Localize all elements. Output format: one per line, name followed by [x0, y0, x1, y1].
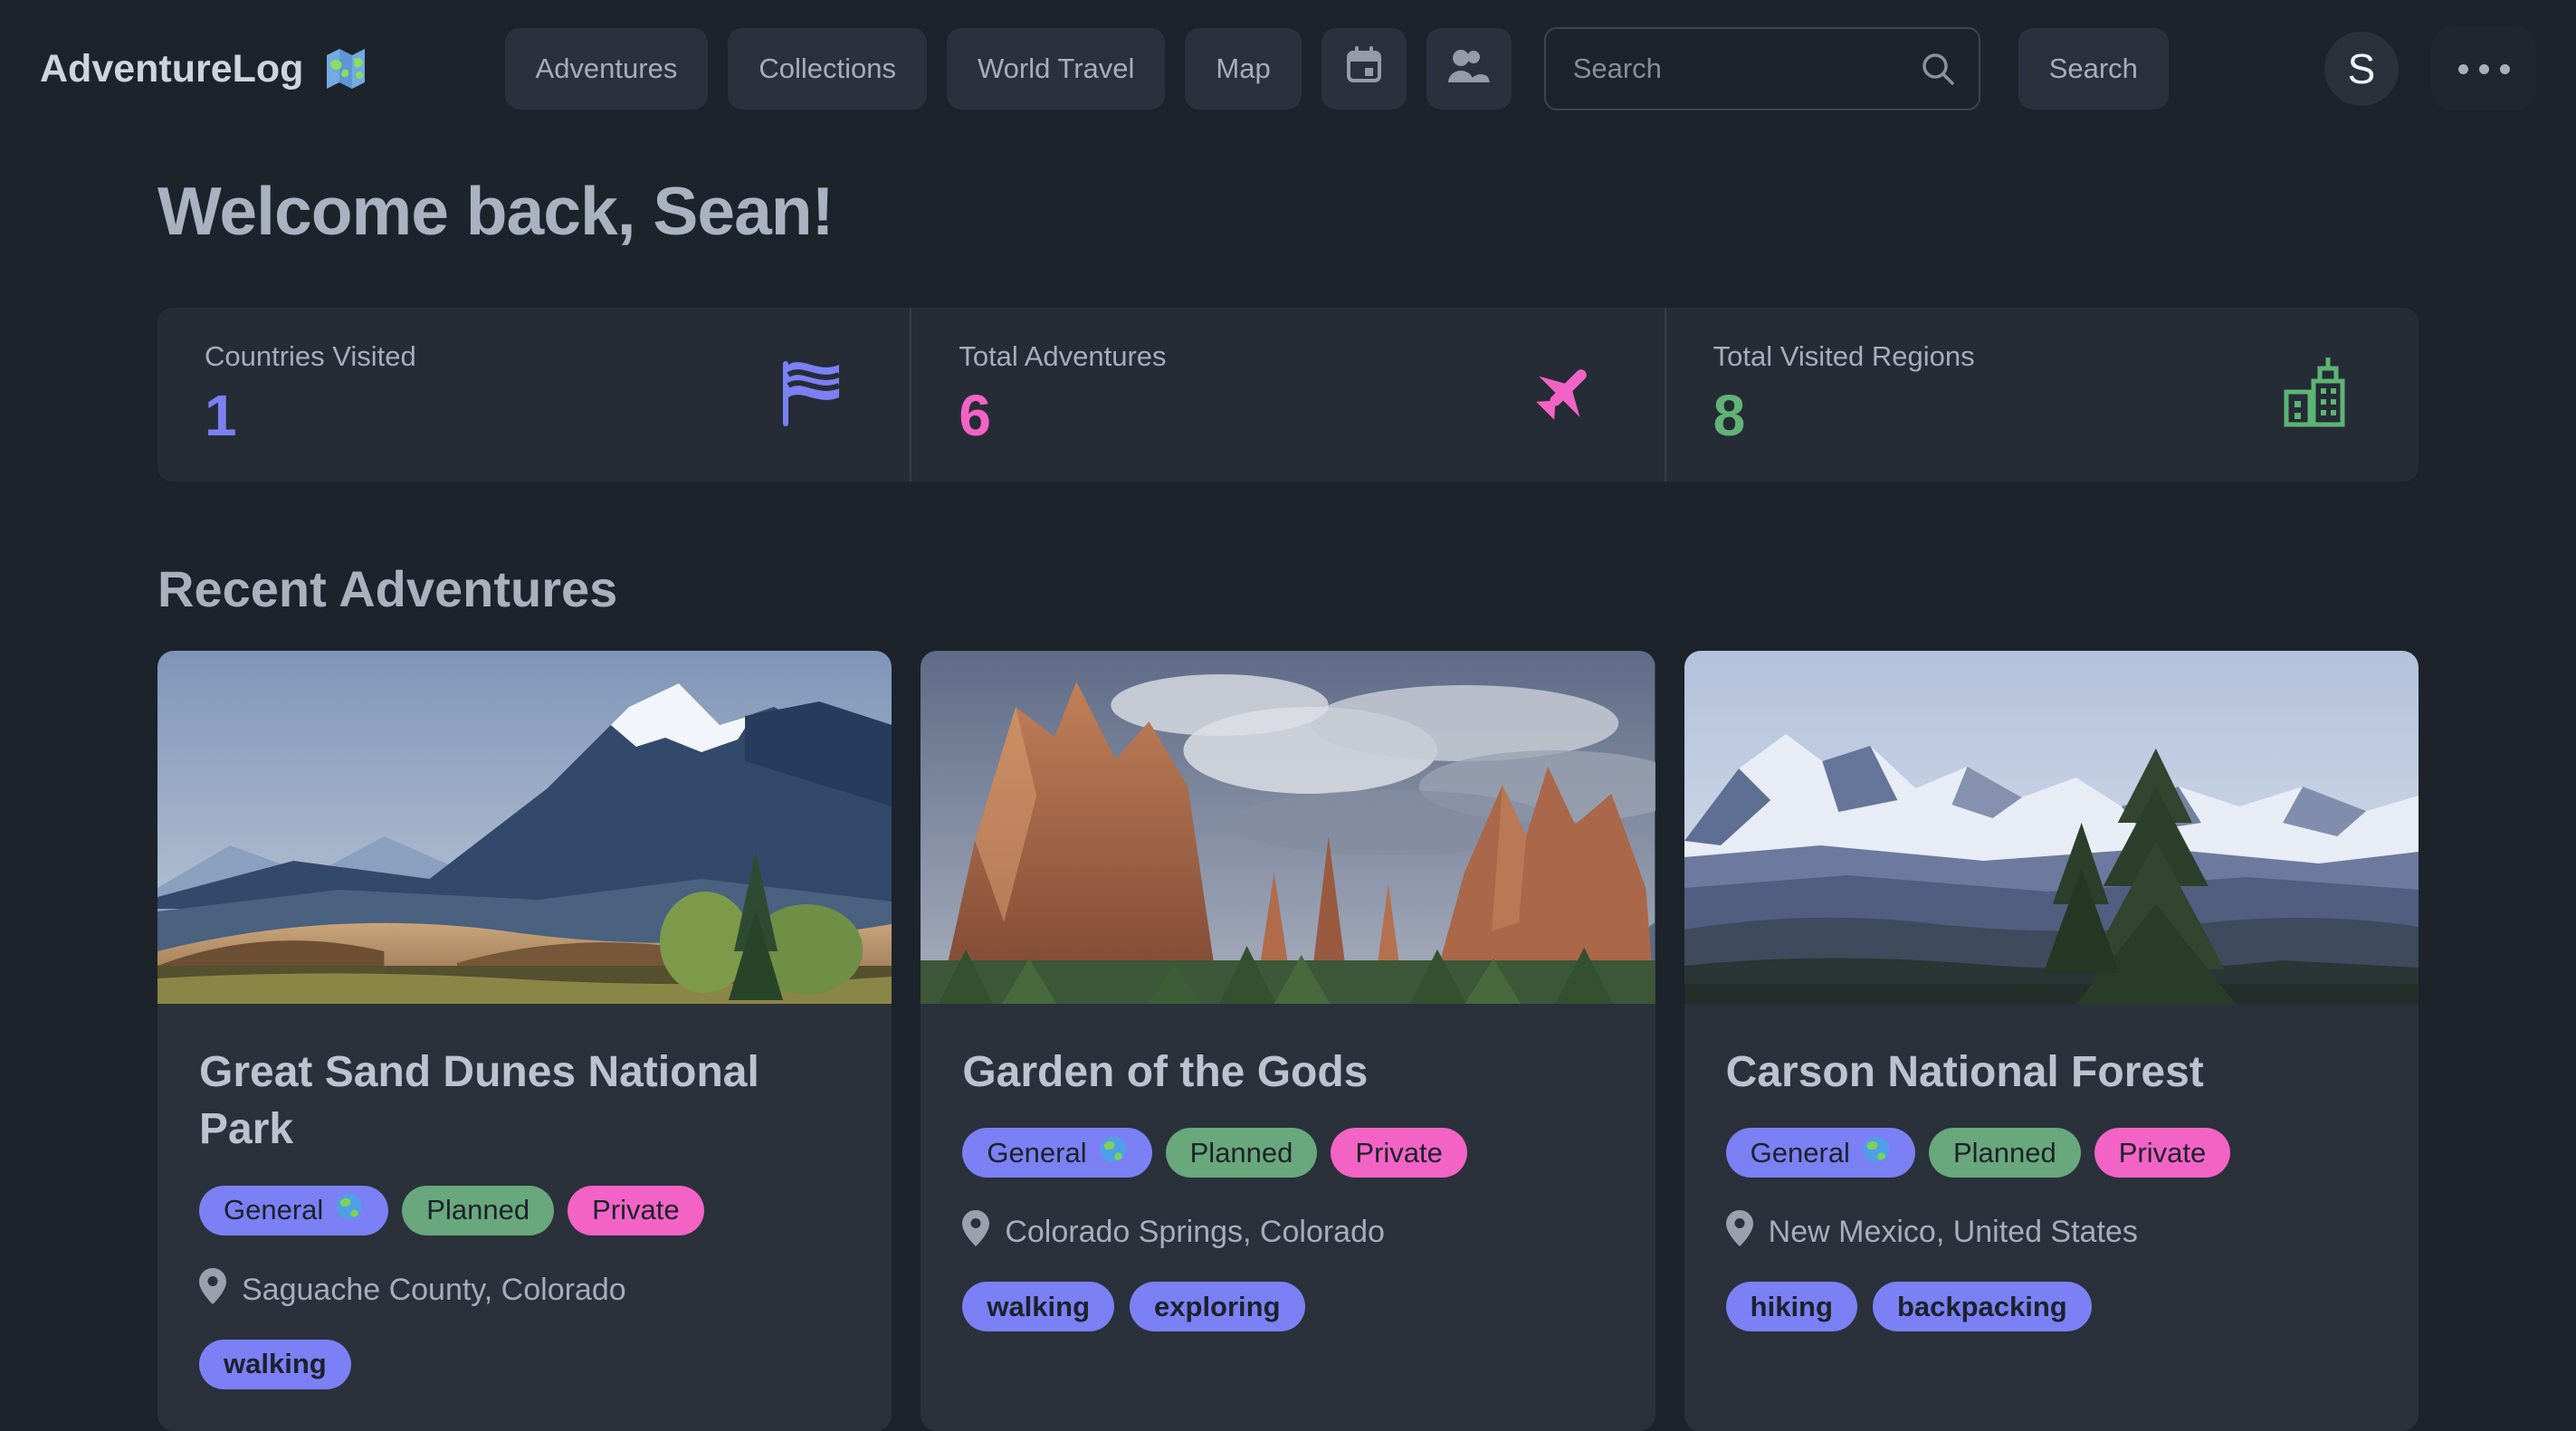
search-icon: [1919, 50, 1957, 92]
flag-icon: [776, 356, 846, 434]
nav-world-travel-button[interactable]: World Travel: [947, 28, 1165, 110]
app-title: AdventureLog: [40, 47, 303, 91]
globe-icon: [1862, 1135, 1891, 1171]
stat-label: Total Adventures: [959, 340, 1166, 373]
card-title[interactable]: Garden of the Gods: [962, 1044, 1550, 1101]
badge-row: General Planned Private: [962, 1128, 1613, 1178]
location-row: New Mexico, United States: [1726, 1210, 2377, 1255]
location-row: Colorado Springs, Colorado: [962, 1210, 1613, 1255]
visibility-badge: Private: [2094, 1128, 2230, 1178]
category-badge: General: [962, 1128, 1151, 1178]
avatar[interactable]: S: [2324, 32, 2399, 106]
globe-icon: [335, 1192, 364, 1228]
sand-dunes-photo[interactable]: [157, 651, 892, 1004]
rock-spires-photo[interactable]: [921, 651, 1655, 1004]
stat-value: 8: [1713, 382, 1975, 449]
card-body: Garden of the Gods General Planned: [921, 1004, 1655, 1373]
snowy-mountains-photo[interactable]: [1684, 651, 2419, 1004]
status-badge: Planned: [402, 1186, 554, 1235]
stat-total-adventures: Total Adventures 6: [910, 308, 1664, 482]
map-emoji-icon: [321, 44, 370, 93]
badge-row: General Planned Private: [199, 1186, 850, 1235]
location-text: Saguache County, Colorado: [242, 1273, 626, 1308]
navbar: AdventureLog Adventures Collections Worl…: [0, 0, 2576, 138]
nav-map-button[interactable]: Map: [1185, 28, 1301, 110]
activity-tag: hiking: [1726, 1282, 1857, 1331]
search-submit-button[interactable]: Search: [2018, 28, 2169, 110]
location-row: Saguache County, Colorado: [199, 1268, 850, 1312]
location-text: New Mexico, United States: [1769, 1215, 2138, 1250]
adventure-card-great-sand-dunes[interactable]: Great Sand Dunes National Park General P: [157, 651, 892, 1431]
app-logo[interactable]: AdventureLog: [40, 44, 370, 93]
stat-label: Total Visited Regions: [1713, 340, 1975, 373]
card-title[interactable]: Carson National Forest: [1726, 1044, 2314, 1101]
search-input[interactable]: [1544, 27, 1980, 110]
welcome-heading: Welcome back, Sean!: [157, 172, 2419, 250]
stat-total-visited-regions: Total Visited Regions 8: [1665, 308, 2419, 482]
stats-panel: Countries Visited 1 Total Adventures 6: [157, 308, 2419, 482]
status-badge: Planned: [1166, 1128, 1318, 1178]
map-pin-icon: [199, 1268, 226, 1312]
category-badge: General: [1726, 1128, 1915, 1178]
users-icon: [1446, 46, 1492, 91]
location-text: Colorado Springs, Colorado: [1005, 1215, 1385, 1250]
nav-adventures-button[interactable]: Adventures: [505, 28, 709, 110]
badge-row: General Planned Private: [1726, 1128, 2377, 1178]
card-body: Carson National Forest General Planned: [1684, 1004, 2419, 1373]
adventure-card-garden-of-the-gods[interactable]: Garden of the Gods General Planned: [921, 651, 1655, 1431]
globe-icon: [1099, 1135, 1128, 1171]
stat-countries-visited: Countries Visited 1: [157, 308, 910, 482]
activity-tag: walking: [962, 1282, 1114, 1331]
navbar-search: [1544, 27, 1980, 110]
users-button[interactable]: [1426, 28, 1512, 110]
avatar-letter: S: [2348, 44, 2376, 93]
adventure-cards: Great Sand Dunes National Park General P: [157, 651, 2419, 1431]
tag-row: walking exploring: [962, 1282, 1613, 1331]
navbar-right: S: [2324, 27, 2536, 110]
recent-adventures-heading: Recent Adventures: [157, 559, 2419, 618]
category-badge: General: [199, 1186, 388, 1235]
activity-tag: walking: [199, 1340, 351, 1389]
activity-tag: exploring: [1130, 1282, 1305, 1331]
map-pin-icon: [1726, 1210, 1753, 1255]
tag-row: hiking backpacking: [1726, 1282, 2377, 1331]
map-pin-icon: [962, 1210, 989, 1255]
main-content: Welcome back, Sean! Countries Visited 1 …: [0, 172, 2576, 1431]
stat-label: Countries Visited: [205, 340, 416, 373]
overflow-menu-button[interactable]: [2431, 27, 2536, 110]
status-badge: Planned: [1929, 1128, 2081, 1178]
nav-collections-button[interactable]: Collections: [728, 28, 927, 110]
visibility-badge: Private: [568, 1186, 703, 1235]
stat-value: 1: [205, 382, 416, 449]
visibility-badge: Private: [1331, 1128, 1466, 1178]
tag-row: walking: [199, 1340, 850, 1389]
navbar-center: Adventures Collections World Travel Map: [505, 27, 2169, 110]
ellipsis-icon: [2458, 64, 2468, 74]
city-icon: [2277, 354, 2355, 436]
calendar-icon: [1343, 44, 1385, 93]
adventure-card-carson-national-forest[interactable]: Carson National Forest General Planned: [1684, 651, 2419, 1431]
stat-value: 6: [959, 382, 1166, 449]
plane-icon: [1525, 355, 1601, 435]
calendar-button[interactable]: [1321, 28, 1407, 110]
activity-tag: backpacking: [1873, 1282, 2092, 1331]
card-body: Great Sand Dunes National Park General P: [157, 1004, 892, 1431]
card-title[interactable]: Great Sand Dunes National Park: [199, 1044, 787, 1159]
